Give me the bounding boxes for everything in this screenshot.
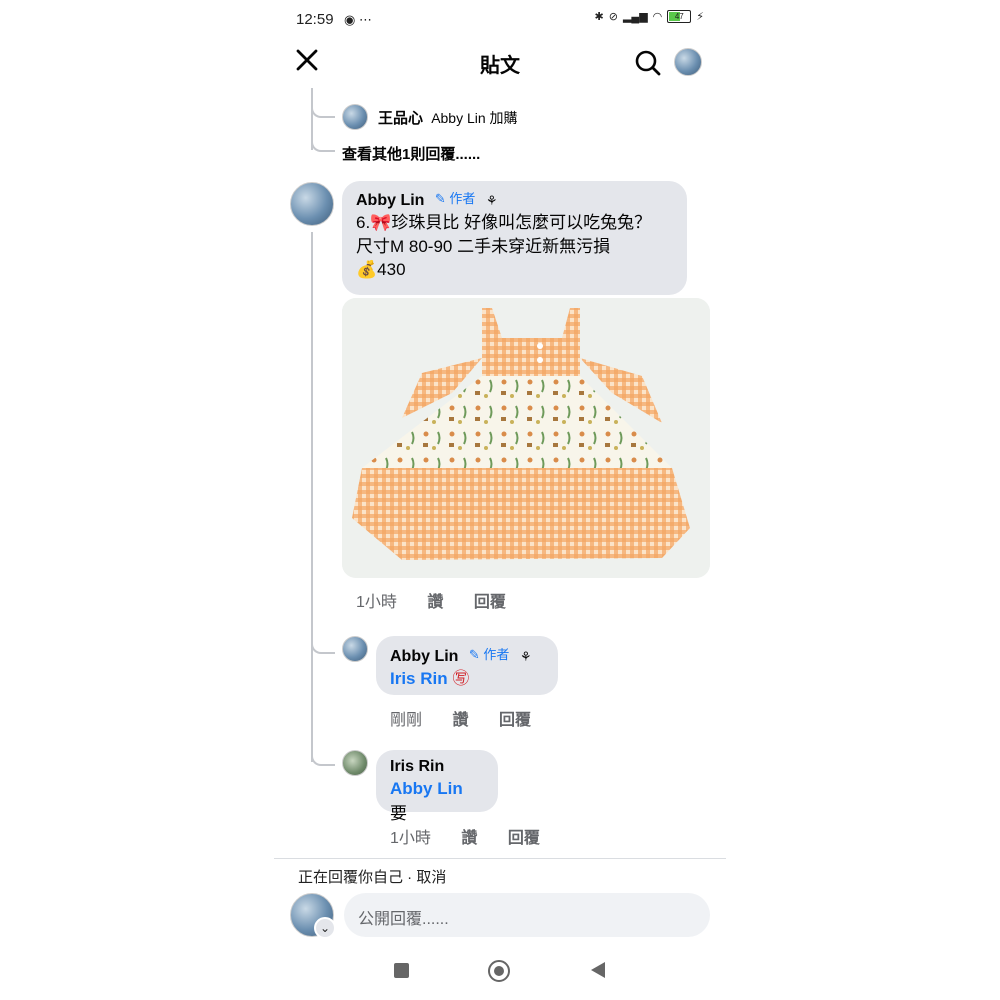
- reply-emoji: ㊢: [452, 669, 470, 688]
- reply-text: 要: [390, 804, 407, 823]
- view-more-replies-link[interactable]: 查看其他1則回覆......: [342, 143, 480, 164]
- profile-avatar[interactable]: [674, 48, 702, 76]
- comment-author[interactable]: Abby Lin: [356, 192, 424, 209]
- author-badge: ✎ 作者: [468, 647, 510, 662]
- collapsed-reply[interactable]: 王品心 Abby Lin 加購: [378, 107, 518, 128]
- reply-time: 1小時: [390, 830, 431, 847]
- reply-bubble: Abby Lin ✎ 作者 ⚘ Iris Rin ㊢: [376, 636, 558, 695]
- author-badge: ✎ 作者: [434, 191, 476, 206]
- reply-button[interactable]: 回覆: [474, 594, 506, 611]
- reply-actions: 1小時 讚 回覆: [390, 824, 566, 848]
- fan-badge-icon: ⚘: [519, 649, 532, 664]
- reply-author: 王品心: [378, 110, 424, 127]
- comment-line-3: 💰430: [356, 260, 406, 279]
- signal-icon: ▂▄▆: [622, 11, 648, 23]
- reply-button[interactable]: 回覆: [508, 830, 540, 847]
- reply-author[interactable]: Iris Rin: [390, 758, 484, 776]
- mention-link[interactable]: Abby Lin: [390, 779, 463, 798]
- reply-time: 剛剛: [390, 712, 423, 729]
- messenger-icon: ◉ ⋯: [344, 12, 372, 27]
- recent-apps-button[interactable]: [394, 963, 409, 978]
- home-button[interactable]: [488, 960, 510, 982]
- like-button[interactable]: 讚: [427, 594, 443, 611]
- chevron-down-icon[interactable]: ⌄: [314, 917, 336, 939]
- battery-icon: 47: [667, 10, 692, 23]
- avatar[interactable]: [290, 182, 334, 226]
- avatar[interactable]: [342, 636, 368, 662]
- search-icon[interactable]: [634, 49, 662, 77]
- reply-bubble: Iris Rin Abby Lin 要: [376, 750, 498, 823]
- avatar[interactable]: [342, 104, 368, 130]
- comment-bubble: Abby Lin ✎ 作者 ⚘ 6.🎀珍珠貝比 好像叫怎麼可以吃兔兔？ 尺寸M …: [342, 181, 687, 295]
- replying-text: 正在回覆你自己 ·: [298, 869, 417, 886]
- like-button[interactable]: 讚: [461, 830, 477, 847]
- status-time: 12:59: [296, 11, 334, 28]
- dress-photo[interactable]: [342, 298, 710, 578]
- replying-indicator: 正在回覆你自己 · 取消: [298, 866, 446, 887]
- reply-author[interactable]: Abby Lin: [390, 648, 458, 665]
- reply-text: Abby Lin 加購: [431, 110, 518, 126]
- fan-badge-icon: ⚘: [485, 193, 498, 208]
- reply-actions: 剛剛 讚 回覆: [390, 706, 557, 730]
- status-icons: ✱ ⊘ ▂▄▆ ◠ 47 ⚡: [594, 10, 704, 23]
- divider: [274, 858, 726, 859]
- comment-line-2: 尺寸M 80-90 二手未穿近新無污損: [356, 237, 611, 256]
- cancel-reply-link[interactable]: 取消: [416, 869, 446, 886]
- comment-line-1: 6.🎀珍珠貝比 好像叫怎麼可以吃兔兔？: [356, 213, 652, 232]
- comment-time: 1小時: [356, 594, 397, 611]
- mention-link[interactable]: Iris Rin: [390, 669, 448, 688]
- charging-icon: ⚡: [696, 11, 704, 23]
- wifi-icon: ◠: [652, 11, 663, 23]
- like-button[interactable]: 讚: [452, 712, 468, 729]
- back-button[interactable]: [590, 961, 606, 979]
- thread-line: [311, 232, 313, 762]
- bluetooth-icon: ✱: [594, 11, 604, 23]
- phone-screen: 12:59 ◉ ⋯ ✱ ⊘ ▂▄▆ ◠ 47 ⚡ 貼文 王品心 Abby Lin…: [274, 0, 726, 1000]
- reply-button[interactable]: 回覆: [499, 712, 531, 729]
- avatar[interactable]: [342, 750, 368, 776]
- mute-icon: ⊘: [608, 11, 618, 23]
- comment-actions: 1小時 讚 回覆: [356, 588, 532, 612]
- reply-input[interactable]: 公開回覆......: [344, 893, 710, 937]
